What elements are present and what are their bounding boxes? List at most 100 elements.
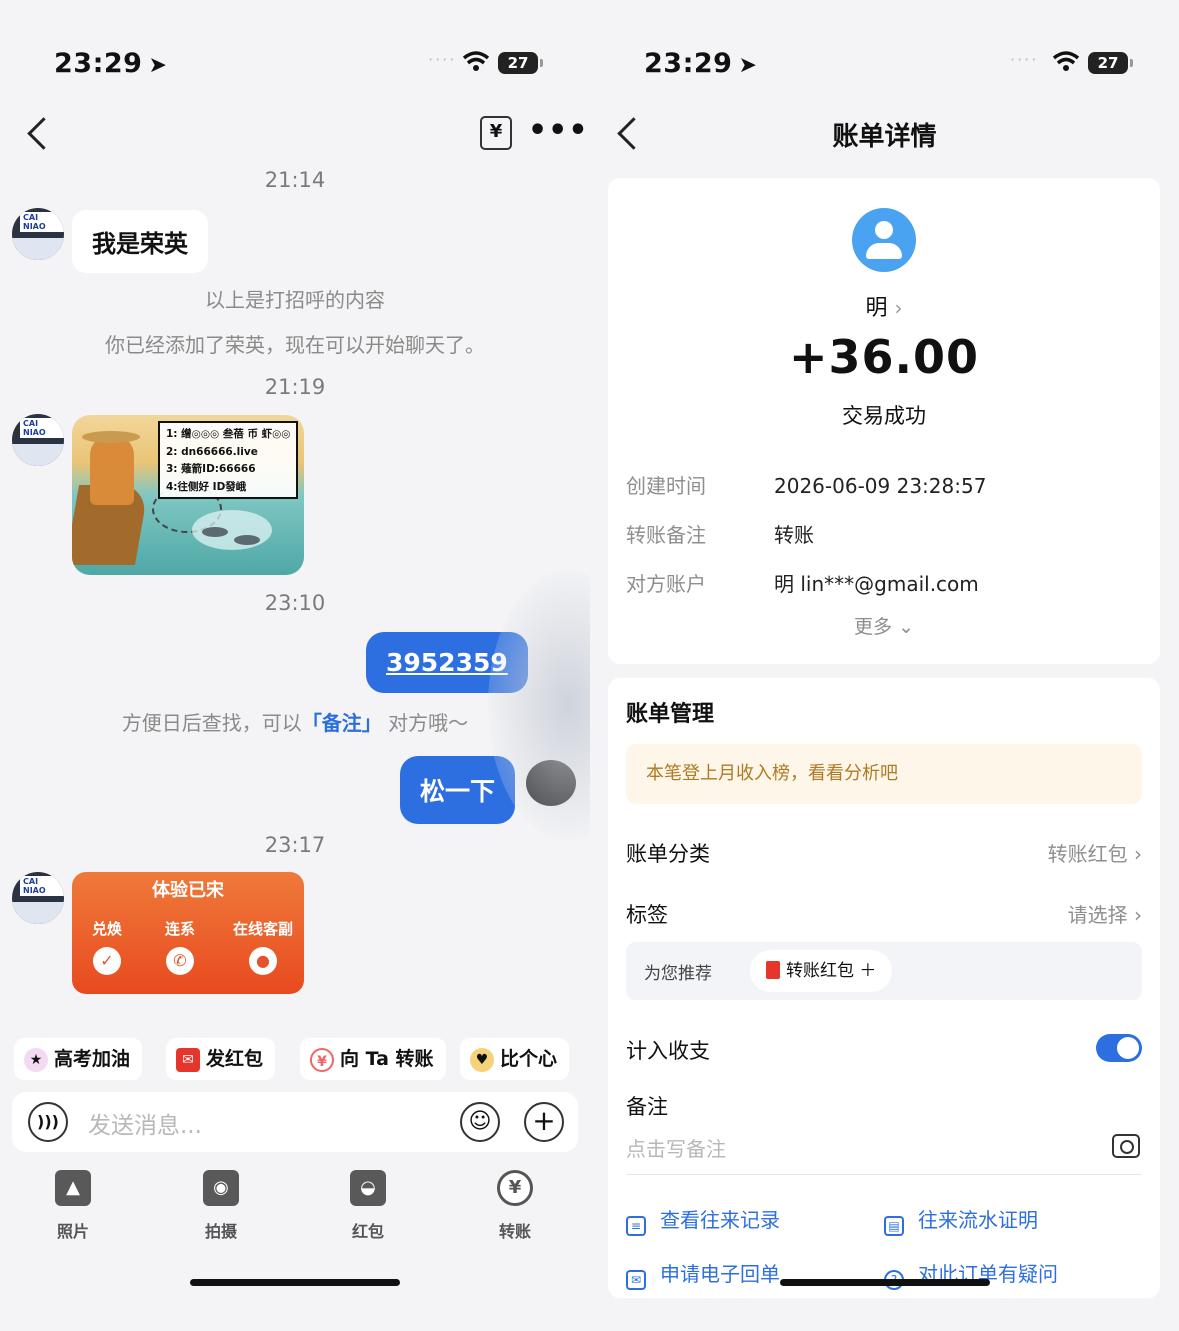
plus-icon[interactable]: + bbox=[524, 1102, 564, 1142]
photo-icon: ▲ bbox=[55, 1170, 91, 1206]
heart-hand-icon: ♥ bbox=[470, 1047, 494, 1072]
timestamp: 21:19 bbox=[264, 375, 326, 399]
headset-icon: ● bbox=[249, 947, 277, 975]
recommend-box: 为您推荐 转账红包 ＋ bbox=[626, 942, 1142, 1000]
timestamp: 23:10 bbox=[264, 591, 326, 615]
promo-card-title: 体验已宋 bbox=[152, 880, 224, 901]
timestamp: 23:17 bbox=[264, 833, 326, 857]
trade-status: 交易成功 bbox=[842, 404, 926, 428]
voice-icon[interactable]: ))) bbox=[28, 1102, 68, 1142]
recommend-tag[interactable]: 转账红包 ＋ bbox=[750, 950, 893, 992]
timestamp: 21:14 bbox=[264, 168, 326, 192]
screenshot-root: 23:29 ➤ ···· 27 ¥ ••• 21:14 CAI NIAO 我是荣英… bbox=[0, 0, 1179, 1331]
bill-management-card: 账单管理 本笔登上月收入榜，看看分析吧 账单分类 转账红包 › 标签 请选择 › 为… bbox=[608, 678, 1160, 1298]
income-row: 计入收支 bbox=[626, 1039, 710, 1063]
mail-icon: ✉ bbox=[626, 1270, 646, 1290]
image-text-line: 3: 薙箭ID:66666 bbox=[166, 463, 256, 475]
quick-chip-redpacket[interactable]: ✉ 发红包 bbox=[166, 1038, 276, 1080]
e-receipt-link[interactable]: ✉ 申请电子回单 bbox=[626, 1258, 780, 1290]
status-time: 23:29 ➤ bbox=[54, 48, 168, 79]
image-message[interactable]: 1: 缯◎◎◎ 叁蓓 币 虾◎◎ 2: dn66666.live 3: 薙箭ID… bbox=[72, 415, 304, 575]
red-envelope-icon: ✉ bbox=[176, 1047, 200, 1072]
payer-name[interactable]: 明 › bbox=[608, 290, 1160, 322]
signal-icon: ···· bbox=[428, 50, 457, 69]
bill-detail-screen: 23:29 ➤ ···· 27 账单详情 明 › +36.00 交易成功 创建时间… bbox=[590, 0, 1179, 1331]
income-rank-banner[interactable]: 本笔登上月收入榜，看看分析吧 bbox=[626, 744, 1142, 804]
page-title: 账单详情 bbox=[832, 122, 937, 152]
chevron-down-icon: ⌄ bbox=[898, 616, 914, 638]
tag-row[interactable]: 标签 请选择 › bbox=[626, 899, 1142, 929]
tool-redpacket[interactable]: ◒ 红包 bbox=[328, 1170, 408, 1242]
category-value: 转账红包 › bbox=[1047, 842, 1142, 866]
signal-icon: ···· bbox=[1010, 50, 1039, 69]
message-input[interactable]: 发送消息... bbox=[88, 1106, 202, 1140]
hat-illustration bbox=[82, 431, 140, 443]
image-text-line: 4:往侧好 ID發峨 bbox=[166, 480, 247, 493]
user-avatar-icon[interactable] bbox=[852, 208, 916, 272]
promo-item-exchange[interactable]: 兑焕 ✓ bbox=[72, 918, 142, 975]
quick-chip-heart[interactable]: ♥ 比个心 bbox=[460, 1038, 570, 1080]
quick-chip-exam[interactable]: ★ 高考加油 bbox=[14, 1038, 143, 1080]
promo-item-contact[interactable]: 连系 ✆ bbox=[145, 918, 215, 975]
remark-link[interactable]: 「备注」 bbox=[302, 711, 382, 735]
home-indicator[interactable] bbox=[780, 1279, 990, 1286]
wifi-icon bbox=[1052, 51, 1080, 71]
more-button[interactable]: 更多 ⌄ bbox=[608, 612, 1160, 639]
note-input[interactable]: 点击写备注 bbox=[626, 1133, 1142, 1162]
flow-proof-link[interactable]: ▤ 往来流水证明 bbox=[884, 1204, 1038, 1236]
tag-value: 请选择 › bbox=[1067, 903, 1142, 927]
note-label: 备注 bbox=[626, 1095, 668, 1119]
phone-icon: ✆ bbox=[166, 947, 194, 975]
home-indicator[interactable] bbox=[190, 1279, 400, 1286]
contact-avatar[interactable]: CAI NIAO bbox=[12, 414, 64, 466]
back-button[interactable] bbox=[26, 116, 48, 152]
fish-illustration bbox=[234, 535, 260, 545]
contact-avatar[interactable]: CAI NIAO bbox=[12, 872, 64, 924]
transfer-coin-icon: ¥ bbox=[310, 1047, 334, 1072]
promo-item-service[interactable]: 在线客副 ● bbox=[220, 918, 306, 975]
camera-icon: ◉ bbox=[203, 1170, 239, 1206]
detail-row-created: 创建时间 2026-06-09 23:28:57 bbox=[626, 474, 987, 498]
location-arrow-icon: ➤ bbox=[148, 53, 168, 78]
more-options-icon[interactable]: ••• bbox=[528, 116, 589, 146]
amount: +36.00 bbox=[788, 330, 980, 384]
incoming-message[interactable]: 我是荣英 bbox=[72, 210, 208, 273]
promo-card-message[interactable]: 体验已宋 兑焕 ✓ 连系 ✆ 在线客副 ● bbox=[72, 872, 304, 994]
recommend-label: 为您推荐 bbox=[644, 964, 712, 984]
record-list-icon: ≡ bbox=[626, 1216, 646, 1236]
system-message: 你已经添加了荣英，现在可以开始聊天了。 bbox=[105, 333, 485, 357]
view-history-link[interactable]: ≡ 查看往来记录 bbox=[626, 1204, 780, 1236]
tool-transfer[interactable]: ¥ 转账 bbox=[475, 1170, 555, 1242]
red-envelope-icon bbox=[766, 961, 780, 979]
income-toggle[interactable] bbox=[1096, 1034, 1142, 1062]
document-icon: ▤ bbox=[884, 1216, 904, 1236]
detail-row-remark: 转账备注 转账 bbox=[626, 523, 814, 547]
section-title: 账单管理 bbox=[626, 702, 715, 727]
transfer-nav-icon[interactable]: ¥ bbox=[480, 116, 512, 150]
transfer-coin-icon: ¥ bbox=[497, 1170, 533, 1206]
category-row[interactable]: 账单分类 转账红包 › bbox=[626, 838, 1142, 868]
status-bar: 23:29 ➤ ···· 27 bbox=[0, 44, 590, 84]
camera-icon[interactable] bbox=[1112, 1134, 1140, 1158]
contact-avatar[interactable]: CAI NIAO bbox=[12, 208, 64, 260]
remark-prefix: 方便日后查找，可以 bbox=[121, 711, 302, 735]
bill-summary-card: 明 › +36.00 交易成功 创建时间 2026-06-09 23:28:57 … bbox=[608, 178, 1160, 664]
remark-suffix: 对方哦～ bbox=[381, 711, 469, 735]
red-envelope-icon: ◒ bbox=[350, 1170, 386, 1206]
battery-icon: 27 bbox=[498, 52, 543, 74]
tool-photo[interactable]: ▲ 照片 bbox=[33, 1170, 113, 1242]
status-time: 23:29 ➤ bbox=[644, 48, 758, 79]
cheer-sticker-icon: ★ bbox=[24, 1047, 48, 1072]
shield-check-icon: ✓ bbox=[93, 947, 121, 975]
system-message: 以上是打招呼的内容 bbox=[205, 288, 385, 312]
image-text-line: 1: 缯◎◎◎ 叁蓓 币 虾◎◎ bbox=[166, 428, 291, 440]
fish-illustration bbox=[202, 527, 228, 537]
quick-chip-transfer[interactable]: ¥ 向 Ta 转账 bbox=[300, 1038, 446, 1080]
fisherman-illustration bbox=[90, 435, 134, 505]
emoji-icon[interactable]: ☺ bbox=[460, 1102, 500, 1142]
chevron-right-icon: › bbox=[894, 296, 903, 320]
detail-row-account: 对方账户明 lin***@gmail.com bbox=[626, 572, 979, 596]
message-input-bar: ))) 发送消息... ☺ + bbox=[12, 1092, 578, 1152]
tool-camera[interactable]: ◉ 拍摄 bbox=[181, 1170, 261, 1242]
battery-icon: 27 bbox=[1088, 52, 1133, 74]
